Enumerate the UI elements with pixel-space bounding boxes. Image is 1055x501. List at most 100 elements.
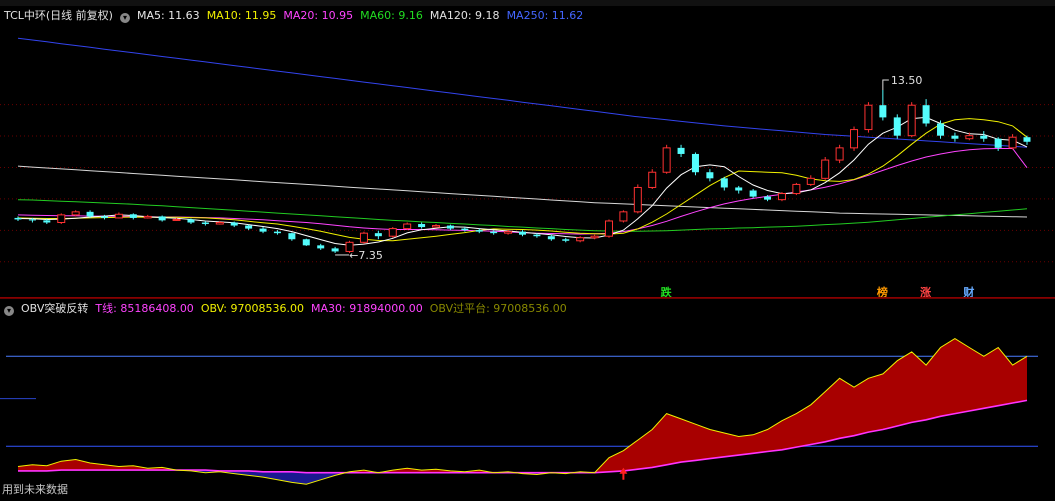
ma-label-4: MA120: 9.18 <box>429 9 500 22</box>
obv-value-1: OBV: 97008536.00 <box>200 302 304 315</box>
low-label: ←7.35 <box>349 249 383 262</box>
candle-body <box>735 187 743 191</box>
candle-body <box>951 135 959 139</box>
candle-body <box>461 228 469 231</box>
candle-body <box>749 190 757 197</box>
candle-body <box>230 222 238 226</box>
ma-label-2: MA20: 10.95 <box>283 9 354 22</box>
candle-body <box>547 236 555 240</box>
obv-value-0: T线: 85186408.00 <box>95 302 194 315</box>
candle-body <box>792 183 801 195</box>
high-marker <box>882 79 889 90</box>
ma60-line <box>17 199 1028 232</box>
candle-body <box>418 224 426 228</box>
candle-body <box>633 186 642 213</box>
candle-body <box>937 123 945 136</box>
ma5-line <box>17 116 1028 246</box>
candle-body <box>662 147 671 173</box>
future-data-note: 用到未来数据 <box>2 483 68 496</box>
price-chart[interactable]: 13.50←7.35跌榜涨财 <box>0 6 1055 298</box>
obv-fill-above <box>580 338 1027 473</box>
ma-label-5: MA250: 11.62 <box>506 9 584 22</box>
candle-body <box>129 214 137 218</box>
obv-labels: T线: 85186408.00 OBV: 97008536.00 MA30: 918… <box>95 302 573 315</box>
candle-body <box>533 234 541 237</box>
candle-body <box>43 220 51 223</box>
candle-body <box>1023 137 1031 142</box>
ma120-line <box>17 165 1028 218</box>
obv-chart[interactable] <box>0 299 1055 501</box>
candle-body <box>288 233 296 240</box>
high-label: 13.50 <box>891 74 923 87</box>
candle-body <box>403 223 412 230</box>
candle-body <box>302 239 310 246</box>
candle-body <box>114 213 123 219</box>
candle-body <box>14 217 22 220</box>
settings-icon[interactable]: ▾ <box>119 13 130 23</box>
candle-body <box>57 214 66 224</box>
candle-body <box>879 105 887 118</box>
candle-body <box>86 211 94 217</box>
ma250-line <box>17 37 1028 148</box>
ma-label-3: MA60: 9.16 <box>360 9 423 22</box>
candle-body <box>504 231 513 234</box>
candle-body <box>604 220 613 237</box>
candle-body <box>331 248 339 252</box>
candle-body <box>590 235 599 239</box>
candle-body <box>374 233 382 237</box>
candle-body <box>446 225 454 229</box>
candle-body <box>143 215 152 219</box>
ma-label-1: MA10: 11.95 <box>206 9 277 22</box>
candle-body <box>648 171 657 188</box>
candle-body <box>519 231 526 235</box>
candle-body <box>980 135 988 139</box>
candle-body <box>691 153 699 173</box>
candle-body <box>720 178 728 188</box>
candle-body <box>965 135 974 140</box>
candle-body <box>388 228 397 237</box>
candle-body <box>359 232 368 243</box>
candle-body <box>835 147 844 161</box>
candle-body <box>490 231 498 234</box>
obv-value-3: OBV过平台: 97008536.00 <box>429 302 567 315</box>
candle-body <box>71 211 80 216</box>
obv-pane[interactable]: ▾ OBV突破反转 T线: 85186408.00 OBV: 97008536.00 M… <box>0 298 1055 501</box>
candle-body <box>1008 136 1017 149</box>
ma-labels: MA5: 11.63 MA10: 11.95 MA20: 10.95 MA60: 9.… <box>137 9 590 22</box>
candle-body <box>806 177 815 185</box>
candle-body <box>864 104 873 131</box>
obv-header: ▾ OBV突破反转 T线: 85186408.00 OBV: 97008536.00 M… <box>4 301 581 317</box>
candle-body <box>28 219 36 221</box>
candle-body <box>201 222 209 225</box>
candle-body <box>777 193 786 201</box>
settings-icon[interactable]: ▾ <box>4 306 14 316</box>
candle-body <box>158 216 166 221</box>
candle-body <box>259 228 267 232</box>
candle-body <box>562 239 570 241</box>
candle-body <box>994 138 1002 148</box>
candle-body <box>706 172 714 179</box>
ma10-line <box>17 118 1028 242</box>
candle-body <box>475 230 483 232</box>
obv-value-2: MA30: 91894000.00 <box>311 302 423 315</box>
price-header: TCL中环(日线 前复权) ▾ MA5: 11.63 MA10: 11.95 MA20:… <box>4 8 597 24</box>
candle-body <box>100 216 108 218</box>
candle-body <box>215 222 224 225</box>
ma-label-0: MA5: 11.63 <box>136 9 200 22</box>
indicator-title[interactable]: OBV突破反转 <box>21 302 88 315</box>
candle-body <box>187 219 195 223</box>
price-pane[interactable]: 13.50 ←7.35 跌榜涨财 TCL中环(日线 前复权) ▾ MA5: 11.63 M… <box>0 6 1055 298</box>
candle-body <box>821 159 830 179</box>
candle-body <box>172 218 181 221</box>
candle-body <box>922 105 930 124</box>
candle-body <box>764 196 772 200</box>
candle-body <box>893 117 901 136</box>
candle-body <box>317 245 325 249</box>
candle-body <box>245 225 253 229</box>
candle-body <box>677 147 685 154</box>
stock-title[interactable]: TCL中环(日线 前复权) <box>4 9 113 22</box>
candle-body <box>850 129 859 149</box>
candle-body <box>576 237 585 242</box>
candle-body <box>432 225 441 228</box>
candle-body <box>619 211 628 222</box>
